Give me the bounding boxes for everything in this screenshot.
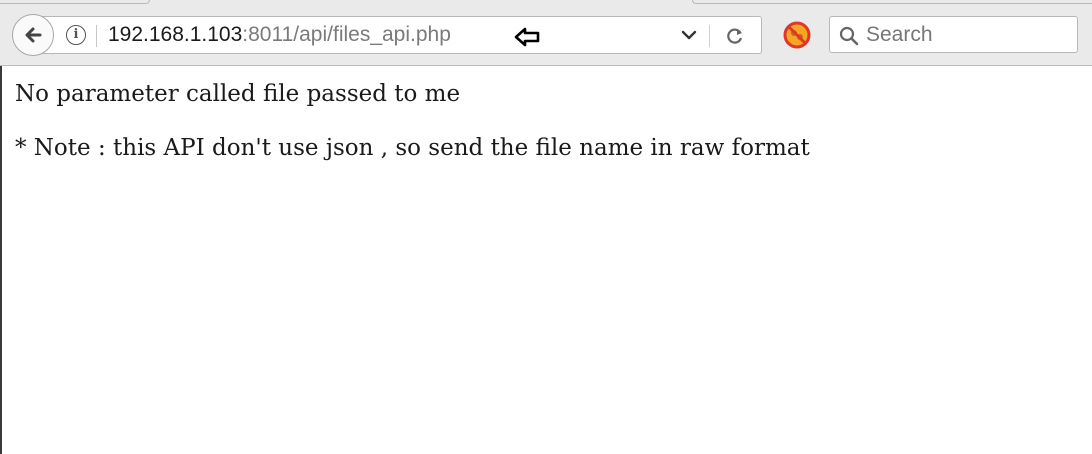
browser-toolbar: i 192.168.1.103:8011/api/files_api.php — [0, 0, 1092, 66]
divider — [709, 25, 710, 47]
response-message: No parameter called file passed to me — [15, 81, 461, 107]
tab-edge — [692, 0, 1092, 4]
reload-icon[interactable] — [724, 25, 746, 47]
url-host: 192.168.1.103 — [108, 23, 243, 46]
tab-edge — [0, 0, 150, 4]
api-note: * Note : this API don't use json , so se… — [15, 135, 810, 161]
window-edge — [0, 66, 2, 454]
search-input[interactable] — [866, 21, 1066, 48]
back-arrow-icon — [25, 27, 42, 43]
back-button[interactable] — [12, 14, 54, 56]
search-box[interactable] — [829, 16, 1078, 53]
url-text[interactable]: 192.168.1.103:8011/api/files_api.php — [108, 23, 451, 47]
address-bar[interactable]: i 192.168.1.103:8011/api/files_api.php — [42, 16, 762, 54]
cursor-arrow-icon — [514, 27, 540, 47]
divider — [96, 25, 97, 47]
chevron-down-icon[interactable] — [680, 28, 698, 42]
info-icon[interactable]: i — [66, 25, 86, 45]
search-icon — [839, 26, 859, 46]
page-content: No parameter called file passed to me * … — [15, 78, 1082, 164]
blocked-addon-icon[interactable] — [783, 21, 811, 49]
url-path: :8011/api/files_api.php — [242, 23, 451, 46]
